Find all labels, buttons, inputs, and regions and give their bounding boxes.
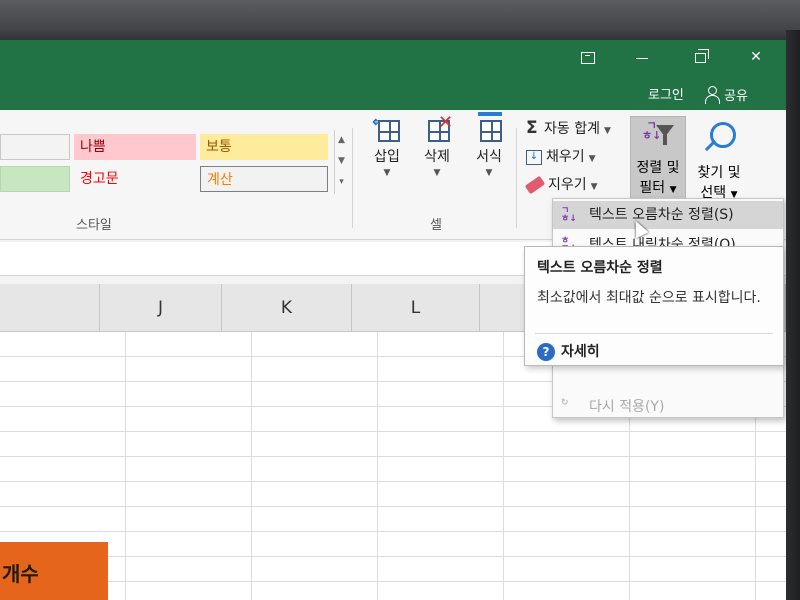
styles-gallery-scroll[interactable]: ▲ ▼ ▾ <box>334 130 348 194</box>
styles-group-label: 스타일 <box>76 218 112 233</box>
autosum-label: 자동 합계 <box>544 121 600 137</box>
sort-filter-label-2: 필터 ▼ <box>639 180 677 196</box>
clear-label: 지우기 <box>548 177 587 193</box>
sort-ascending-icon: ㄱㅎ↓ <box>561 206 577 224</box>
sort-filter-icon: ㄱㅎ↓ <box>638 120 678 151</box>
delete-label: 삭제 <box>424 149 450 165</box>
chevron-down-icon: ▼ <box>588 154 596 164</box>
chevron-down-icon: ▼ <box>383 168 391 178</box>
style-normal[interactable] <box>0 134 70 160</box>
gallery-more-icon[interactable]: ▾ <box>335 172 348 193</box>
column-header-j[interactable]: J <box>100 284 222 332</box>
menu-item-sort-ascending[interactable]: ㄱㅎ↓ 텍스트 오름차순 정렬(S) <box>553 201 783 229</box>
login-link[interactable]: 로그인 <box>648 84 684 103</box>
column-header-l[interactable]: L <box>352 284 480 332</box>
chevron-down-icon: ▼ <box>485 168 493 178</box>
group-divider <box>516 128 517 228</box>
chevron-down-icon[interactable]: ▼ <box>335 151 348 172</box>
style-calculation[interactable]: 계산 <box>200 166 328 192</box>
sigma-icon: Σ <box>526 118 538 138</box>
help-icon: ? <box>537 343 555 361</box>
search-icon <box>702 122 736 156</box>
monitor-bezel-right <box>786 30 800 600</box>
format-cells-icon <box>474 112 504 144</box>
insert-label: 삽입 <box>374 149 400 165</box>
close-button[interactable]: ✕ <box>742 46 770 70</box>
style-warning-text[interactable]: 경고문 <box>74 166 196 192</box>
autosum-button[interactable]: Σ 자동 합계 ▼ <box>526 118 611 138</box>
cells-group-label: 셀 <box>430 218 442 233</box>
menu-item-reapply[interactable]: ↻ 다시 적용(Y) <box>553 393 783 421</box>
insert-cells-icon: ⇐ <box>372 112 402 144</box>
column-header-k[interactable]: K <box>222 284 352 332</box>
insert-button[interactable]: ⇐ 삽입 ▼ <box>364 112 410 178</box>
eraser-icon <box>524 175 546 195</box>
chevron-down-icon: ▼ <box>603 126 611 136</box>
tell-me-more-label: 자세히 <box>561 344 600 360</box>
chevron-down-icon: ▼ <box>590 182 598 192</box>
person-icon <box>704 86 720 104</box>
delete-cells-icon: ✕ <box>422 112 453 144</box>
reapply-icon: ↻ <box>561 398 569 408</box>
tell-me-more-link[interactable]: ? 자세히 <box>537 341 600 361</box>
tooltip-description: 최소값에서 최대값 순으로 표시합니다. <box>537 290 761 306</box>
tooltip-divider <box>535 333 773 334</box>
format-label: 서식 <box>476 149 502 165</box>
fill-down-icon: ↓ <box>526 149 542 165</box>
restore-icon <box>694 49 709 63</box>
sort-ascending-tooltip: 텍스트 오름차순 정렬 최소값에서 최대값 순으로 표시합니다. ? 자세히 <box>524 246 784 366</box>
share-button[interactable]: 공유 <box>704 82 748 104</box>
excel-window: ✕ 로그인 공유 나쁨 보통 경고문 계산 ▲ ▼ ▾ 스타일 ⇐ 삽입 ▼ ✕… <box>0 40 786 600</box>
tooltip-title: 텍스트 오름차순 정렬 <box>537 260 663 276</box>
menu-item-label: 텍스트 오름차순 정렬(S) <box>589 207 734 223</box>
find-select-button[interactable]: 찾기 및 선택 ▼ <box>690 116 748 202</box>
menu-item-label: 다시 적용(Y) <box>589 399 665 415</box>
clear-button[interactable]: 지우기 ▼ <box>524 174 598 195</box>
fill-label: 채우기 <box>546 149 585 165</box>
style-bad[interactable]: 나쁨 <box>74 134 196 160</box>
restore-button[interactable] <box>686 46 714 70</box>
minimize-icon <box>636 58 648 59</box>
ribbon-display-options-icon[interactable] <box>574 46 602 70</box>
format-button[interactable]: 서식 ▼ <box>466 112 512 178</box>
group-divider <box>352 128 353 228</box>
minimize-button[interactable] <box>628 46 656 70</box>
account-bar: 로그인 공유 <box>0 76 786 110</box>
title-bar: ✕ <box>0 40 786 76</box>
style-neutral[interactable]: 보통 <box>200 134 328 160</box>
sort-filter-label-1: 정렬 및 <box>636 160 680 176</box>
chevron-up-icon[interactable]: ▲ <box>335 130 348 151</box>
monitor-bezel-top <box>0 0 800 42</box>
find-select-label-1: 찾기 및 <box>697 165 741 181</box>
share-label: 공유 <box>724 89 748 104</box>
fill-button[interactable]: ↓ 채우기 ▼ <box>526 146 596 166</box>
chevron-down-icon: ▼ <box>433 168 441 178</box>
style-good[interactable] <box>0 166 70 192</box>
column-header-i[interactable]: I <box>0 284 100 332</box>
sort-filter-button[interactable]: ㄱㅎ↓ 정렬 및 필터 ▼ <box>630 116 686 204</box>
delete-button[interactable]: ✕ 삭제 ▼ <box>414 112 460 178</box>
highlighted-cell[interactable]: 개수 <box>0 542 108 600</box>
